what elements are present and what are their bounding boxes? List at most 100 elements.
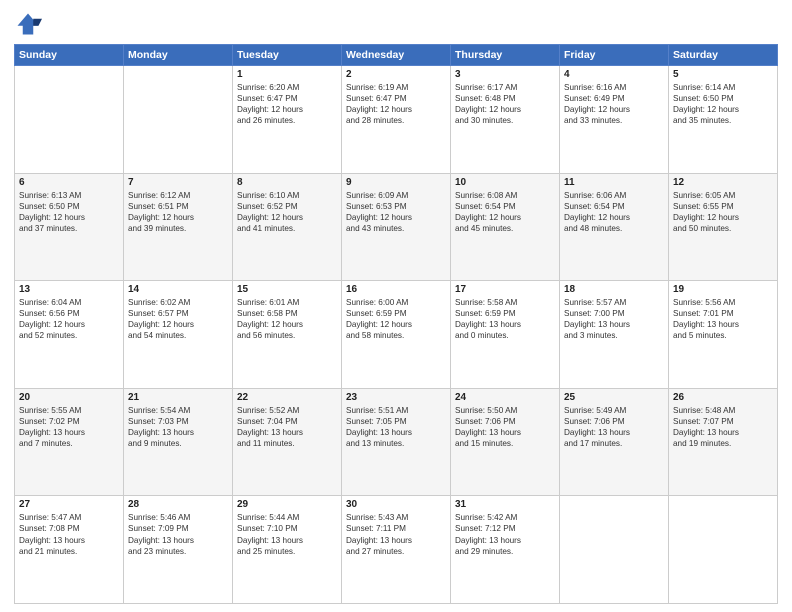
weekday-header-sunday: Sunday — [15, 45, 124, 66]
day-number: 20 — [19, 392, 119, 403]
day-number: 1 — [237, 69, 337, 80]
day-number: 16 — [346, 284, 446, 295]
day-number: 23 — [346, 392, 446, 403]
day-detail: Sunrise: 5:47 AM Sunset: 7:08 PM Dayligh… — [19, 512, 119, 556]
weekday-header-monday: Monday — [124, 45, 233, 66]
day-detail: Sunrise: 6:08 AM Sunset: 6:54 PM Dayligh… — [455, 190, 555, 234]
calendar-cell: 11 Sunrise: 6:06 AM Sunset: 6:54 PM Dayli… — [560, 173, 669, 281]
weekday-header-row: SundayMondayTuesdayWednesdayThursdayFrid… — [15, 45, 778, 66]
calendar-week-row: 20Sunrise: 5:55 AM Sunset: 7:02 PM Dayli… — [15, 388, 778, 496]
calendar-week-row: 27Sunrise: 5:47 AM Sunset: 7:08 PM Dayli… — [15, 496, 778, 604]
day-number: 2 — [346, 69, 446, 80]
calendar-cell: 8 Sunrise: 6:10 AM Sunset: 6:52 PM Daylig… — [233, 173, 342, 281]
page: SundayMondayTuesdayWednesdayThursdayFrid… — [0, 0, 792, 612]
calendar-body: 1 Sunrise: 6:20 AM Sunset: 6:47 PM Daylig… — [15, 66, 778, 604]
day-detail: Sunrise: 6:02 AM Sunset: 6:57 PM Dayligh… — [128, 297, 228, 341]
day-number: 13 — [19, 284, 119, 295]
day-number: 15 — [237, 284, 337, 295]
day-detail: Sunrise: 5:42 AM Sunset: 7:12 PM Dayligh… — [455, 512, 555, 556]
day-detail: Sunrise: 5:48 AM Sunset: 7:07 PM Dayligh… — [673, 405, 773, 449]
calendar-cell: 2 Sunrise: 6:19 AM Sunset: 6:47 PM Daylig… — [342, 66, 451, 174]
calendar-cell: 14 Sunrise: 6:02 AM Sunset: 6:57 PM Dayli… — [124, 281, 233, 389]
day-detail: Sunrise: 5:57 AM Sunset: 7:00 PM Dayligh… — [564, 297, 664, 341]
calendar-cell: 23 Sunrise: 5:51 AM Sunset: 7:05 PM Dayli… — [342, 388, 451, 496]
calendar: SundayMondayTuesdayWednesdayThursdayFrid… — [14, 44, 778, 604]
calendar-cell: 5 Sunrise: 6:14 AM Sunset: 6:50 PM Daylig… — [669, 66, 778, 174]
calendar-cell — [669, 496, 778, 604]
day-number: 3 — [455, 69, 555, 80]
calendar-cell: 31 Sunrise: 5:42 AM Sunset: 7:12 PM Dayli… — [451, 496, 560, 604]
day-detail: Sunrise: 6:09 AM Sunset: 6:53 PM Dayligh… — [346, 190, 446, 234]
calendar-cell: 6 Sunrise: 6:13 AM Sunset: 6:50 PM Daylig… — [15, 173, 124, 281]
day-detail: Sunrise: 5:51 AM Sunset: 7:05 PM Dayligh… — [346, 405, 446, 449]
day-detail: Sunrise: 6:10 AM Sunset: 6:52 PM Dayligh… — [237, 190, 337, 234]
day-number: 14 — [128, 284, 228, 295]
calendar-cell: 21 Sunrise: 5:54 AM Sunset: 7:03 PM Dayli… — [124, 388, 233, 496]
day-number: 31 — [455, 499, 555, 510]
calendar-cell: 22Sunrise: 5:52 AM Sunset: 7:04 PM Dayli… — [233, 388, 342, 496]
day-detail: Sunrise: 5:44 AM Sunset: 7:10 PM Dayligh… — [237, 512, 337, 556]
calendar-cell: 17 Sunrise: 5:58 AM Sunset: 6:59 PM Dayli… — [451, 281, 560, 389]
day-detail: Sunrise: 5:58 AM Sunset: 6:59 PM Dayligh… — [455, 297, 555, 341]
header — [14, 10, 778, 38]
calendar-cell: 10Sunrise: 6:08 AM Sunset: 6:54 PM Dayli… — [451, 173, 560, 281]
day-detail: Sunrise: 6:17 AM Sunset: 6:48 PM Dayligh… — [455, 82, 555, 126]
calendar-cell: 13Sunrise: 6:04 AM Sunset: 6:56 PM Dayli… — [15, 281, 124, 389]
calendar-cell: 25 Sunrise: 5:49 AM Sunset: 7:06 PM Dayli… — [560, 388, 669, 496]
weekday-header-tuesday: Tuesday — [233, 45, 342, 66]
weekday-header-thursday: Thursday — [451, 45, 560, 66]
calendar-cell: 28Sunrise: 5:46 AM Sunset: 7:09 PM Dayli… — [124, 496, 233, 604]
calendar-cell: 19 Sunrise: 5:56 AM Sunset: 7:01 PM Dayli… — [669, 281, 778, 389]
calendar-cell: 18 Sunrise: 5:57 AM Sunset: 7:00 PM Dayli… — [560, 281, 669, 389]
calendar-cell: 27Sunrise: 5:47 AM Sunset: 7:08 PM Dayli… — [15, 496, 124, 604]
day-number: 22 — [237, 392, 337, 403]
day-detail: Sunrise: 5:43 AM Sunset: 7:11 PM Dayligh… — [346, 512, 446, 556]
day-number: 5 — [673, 69, 773, 80]
day-number: 19 — [673, 284, 773, 295]
calendar-cell: 20Sunrise: 5:55 AM Sunset: 7:02 PM Dayli… — [15, 388, 124, 496]
day-detail: Sunrise: 6:05 AM Sunset: 6:55 PM Dayligh… — [673, 190, 773, 234]
weekday-header-friday: Friday — [560, 45, 669, 66]
day-number: 25 — [564, 392, 664, 403]
day-detail: Sunrise: 5:54 AM Sunset: 7:03 PM Dayligh… — [128, 405, 228, 449]
day-detail: Sunrise: 6:14 AM Sunset: 6:50 PM Dayligh… — [673, 82, 773, 126]
logo — [14, 10, 46, 38]
calendar-header: SundayMondayTuesdayWednesdayThursdayFrid… — [15, 45, 778, 66]
calendar-cell: 30 Sunrise: 5:43 AM Sunset: 7:11 PM Dayli… — [342, 496, 451, 604]
logo-icon — [14, 10, 42, 38]
day-number: 4 — [564, 69, 664, 80]
day-detail: Sunrise: 6:13 AM Sunset: 6:50 PM Dayligh… — [19, 190, 119, 234]
calendar-cell — [560, 496, 669, 604]
day-detail: Sunrise: 6:16 AM Sunset: 6:49 PM Dayligh… — [564, 82, 664, 126]
day-detail: Sunrise: 6:01 AM Sunset: 6:58 PM Dayligh… — [237, 297, 337, 341]
calendar-cell: 15 Sunrise: 6:01 AM Sunset: 6:58 PM Dayli… — [233, 281, 342, 389]
day-number: 6 — [19, 177, 119, 188]
calendar-cell: 3 Sunrise: 6:17 AM Sunset: 6:48 PM Daylig… — [451, 66, 560, 174]
day-detail: Sunrise: 6:06 AM Sunset: 6:54 PM Dayligh… — [564, 190, 664, 234]
day-detail: Sunrise: 5:49 AM Sunset: 7:06 PM Dayligh… — [564, 405, 664, 449]
day-number: 26 — [673, 392, 773, 403]
day-detail: Sunrise: 5:56 AM Sunset: 7:01 PM Dayligh… — [673, 297, 773, 341]
day-number: 9 — [346, 177, 446, 188]
calendar-cell: 4 Sunrise: 6:16 AM Sunset: 6:49 PM Daylig… — [560, 66, 669, 174]
day-detail: Sunrise: 6:20 AM Sunset: 6:47 PM Dayligh… — [237, 82, 337, 126]
calendar-cell: 29Sunrise: 5:44 AM Sunset: 7:10 PM Dayli… — [233, 496, 342, 604]
calendar-cell: 7 Sunrise: 6:12 AM Sunset: 6:51 PM Daylig… — [124, 173, 233, 281]
day-number: 7 — [128, 177, 228, 188]
calendar-cell: 16Sunrise: 6:00 AM Sunset: 6:59 PM Dayli… — [342, 281, 451, 389]
day-number: 30 — [346, 499, 446, 510]
day-number: 21 — [128, 392, 228, 403]
day-number: 12 — [673, 177, 773, 188]
day-number: 17 — [455, 284, 555, 295]
calendar-cell — [15, 66, 124, 174]
calendar-cell: 1 Sunrise: 6:20 AM Sunset: 6:47 PM Daylig… — [233, 66, 342, 174]
day-detail: Sunrise: 5:50 AM Sunset: 7:06 PM Dayligh… — [455, 405, 555, 449]
day-number: 18 — [564, 284, 664, 295]
calendar-cell: 9 Sunrise: 6:09 AM Sunset: 6:53 PM Daylig… — [342, 173, 451, 281]
calendar-week-row: 6 Sunrise: 6:13 AM Sunset: 6:50 PM Daylig… — [15, 173, 778, 281]
weekday-header-saturday: Saturday — [669, 45, 778, 66]
day-detail: Sunrise: 6:12 AM Sunset: 6:51 PM Dayligh… — [128, 190, 228, 234]
day-number: 8 — [237, 177, 337, 188]
day-detail: Sunrise: 6:19 AM Sunset: 6:47 PM Dayligh… — [346, 82, 446, 126]
day-number: 11 — [564, 177, 664, 188]
